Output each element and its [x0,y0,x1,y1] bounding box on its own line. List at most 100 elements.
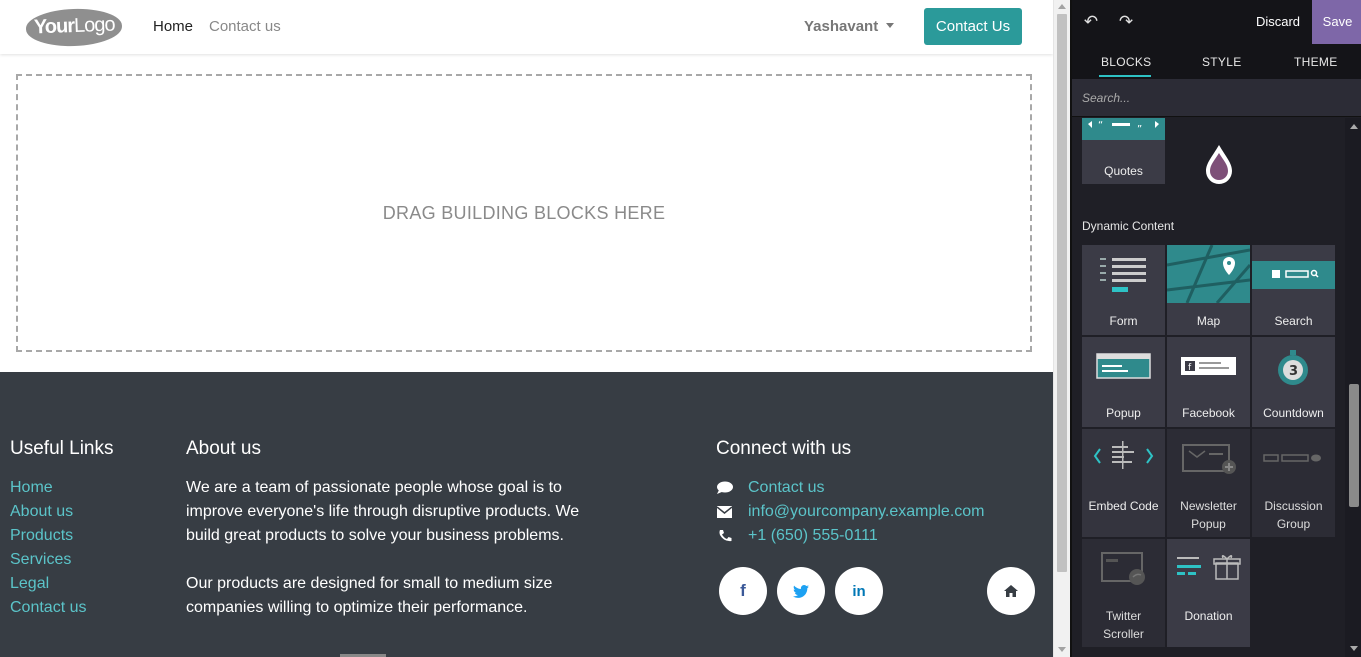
connect-item-phone[interactable]: +1 (650) 555-0111 [716,524,985,548]
phone-icon [719,530,732,542]
linkedin-button[interactable]: in [835,567,883,615]
embed-code-thumbnail-icon [1093,441,1154,469]
connect-title: Connect with us [716,438,852,459]
caret-down-icon [886,23,895,28]
search-thumbnail-icon [1252,261,1335,289]
block-newsletter-popup[interactable]: Newsletter Popup [1167,429,1250,537]
contact-us-button[interactable]: Contact Us [924,8,1022,45]
block-map-label: Map [1196,314,1221,328]
block-form[interactable]: Form [1082,245,1165,335]
block-discussion-group[interactable]: Discussion Group [1252,429,1335,537]
footer-link-contact[interactable]: Contact us [10,596,86,620]
block-countdown[interactable]: 3 Countdown [1252,337,1335,427]
website-preview: YourLogo Home Contact us Yashavant Conta… [0,0,1053,657]
donation-thumbnail-icon [1177,555,1241,580]
discard-button[interactable]: Discard [1244,0,1312,44]
footer-link-home[interactable]: Home [10,476,86,500]
newsletter-thumbnail-icon [1182,444,1236,474]
block-search-input[interactable] [1082,89,1342,107]
tab-blocks[interactable]: BLOCKS [1099,55,1152,77]
block-donation[interactable]: Donation [1167,539,1250,647]
block-map[interactable]: Map [1167,245,1250,335]
discussion-thumbnail-icon [1263,454,1321,462]
about-text: We are a team of passionate people whose… [186,476,596,620]
scroll-up-arrow-icon[interactable] [1058,4,1066,9]
comment-icon [717,481,733,494]
block-twitter-label-1: Twitter [1105,609,1142,623]
undo-icon[interactable]: ↶ [1081,12,1101,32]
block-donation-label: Donation [1184,609,1233,623]
blocks-scrollbar[interactable] [1345,118,1361,657]
connect-contact-label: Contact us [748,479,825,496]
home-icon [1004,585,1018,597]
block-quotes-label: Quotes [1104,164,1143,178]
tab-theme[interactable]: THEME [1294,55,1338,69]
facebook-button[interactable]: f [719,567,767,615]
connect-email-label: info@yourcompany.example.com [748,503,985,520]
panel-scrollbar-thumb[interactable] [1349,384,1359,507]
map-thumbnail-icon [1167,245,1250,303]
logo-text-bold: Your [33,15,75,39]
about-paragraph-1: We are a team of passionate people whose… [186,479,580,544]
block-form-label: Form [1109,314,1138,328]
twitter-icon [793,584,809,598]
popup-thumbnail-icon [1096,353,1151,379]
block-discussion-label-1: Discussion [1264,499,1323,513]
tab-blocks-label: BLOCKS [1101,55,1152,69]
category-dynamic-content: Dynamic Content [1082,219,1175,233]
block-discussion-label-2: Group [1276,517,1311,531]
nav-home-link[interactable]: Home [153,18,193,35]
preview-scrollbar[interactable] [1053,0,1070,657]
editor-panel: ↶ ↷ Discard Save BLOCKS STYLE THEME “” Q… [1070,0,1361,657]
tab-style[interactable]: STYLE [1202,55,1242,69]
connect-item-email[interactable]: info@yourcompany.example.com [716,500,985,524]
block-twitter-label-2: Scroller [1103,627,1144,641]
twitter-scroller-thumbnail-icon [1101,552,1145,585]
twitter-button[interactable] [777,567,825,615]
block-search [1072,79,1361,117]
about-title: About us [186,438,261,459]
building-blocks-dropzone[interactable]: DRAG BUILDING BLOCKS HERE [16,74,1032,352]
block-search-snippet[interactable]: Search [1252,245,1335,335]
block-search-label: Search [1274,314,1313,328]
scrollbar-thumb[interactable] [1057,14,1067,572]
block-embed-code-label: Embed Code [1088,499,1159,513]
blocks-list: “” Quotes Dynamic Content Form Map Searc… [1072,118,1347,657]
footer-link-products[interactable]: Products [10,524,86,548]
block-newsletter-label-2: Popup [1191,517,1226,531]
block-popup-label: Popup [1106,406,1141,420]
user-menu[interactable]: Yashavant [804,18,895,35]
footer-link-about[interactable]: About us [10,500,86,524]
block-newsletter-label-1: Newsletter [1180,499,1237,513]
editor-tabs: BLOCKS STYLE THEME [1072,44,1361,79]
panel-scroll-down-icon[interactable] [1350,646,1358,651]
block-facebook-label: Facebook [1182,406,1235,420]
block-countdown-label: Countdown [1263,406,1324,420]
block-twitter-scroller[interactable]: Twitter Scroller [1082,539,1165,647]
block-facebook[interactable]: f Facebook [1167,337,1250,427]
about-paragraph-2: Our products are designed for small to m… [186,575,553,616]
linkedin-icon: in [852,582,866,600]
footer-link-legal[interactable]: Legal [10,572,86,596]
logo-text-light: Logo [73,13,115,37]
panel-scroll-up-icon[interactable] [1350,124,1358,129]
connect-list: Contact us info@yourcompany.example.com … [716,476,985,548]
connect-item-contact[interactable]: Contact us [716,476,985,500]
facebook-icon: f [740,581,746,600]
user-name: Yashavant [804,18,879,35]
editor-toolbar: ↶ ↷ Discard Save [1072,0,1361,44]
block-popup[interactable]: Popup [1082,337,1165,427]
countdown-number: 3 [1289,364,1298,379]
scroll-down-arrow-icon[interactable] [1058,647,1066,652]
save-button[interactable]: Save [1312,0,1361,44]
nav-contact-link[interactable]: Contact us [209,18,281,35]
block-embed-code[interactable]: Embed Code [1082,429,1165,537]
site-logo[interactable]: YourLogo [25,7,123,48]
redo-icon[interactable]: ↷ [1116,12,1136,32]
footer-link-services[interactable]: Services [10,548,86,572]
dropzone-message: DRAG BUILDING BLOCKS HERE [382,203,666,223]
odoo-drop-icon [1206,145,1232,184]
home-button[interactable] [987,567,1035,615]
envelope-icon [716,506,733,518]
block-quotes[interactable]: “” Quotes [1082,118,1165,184]
